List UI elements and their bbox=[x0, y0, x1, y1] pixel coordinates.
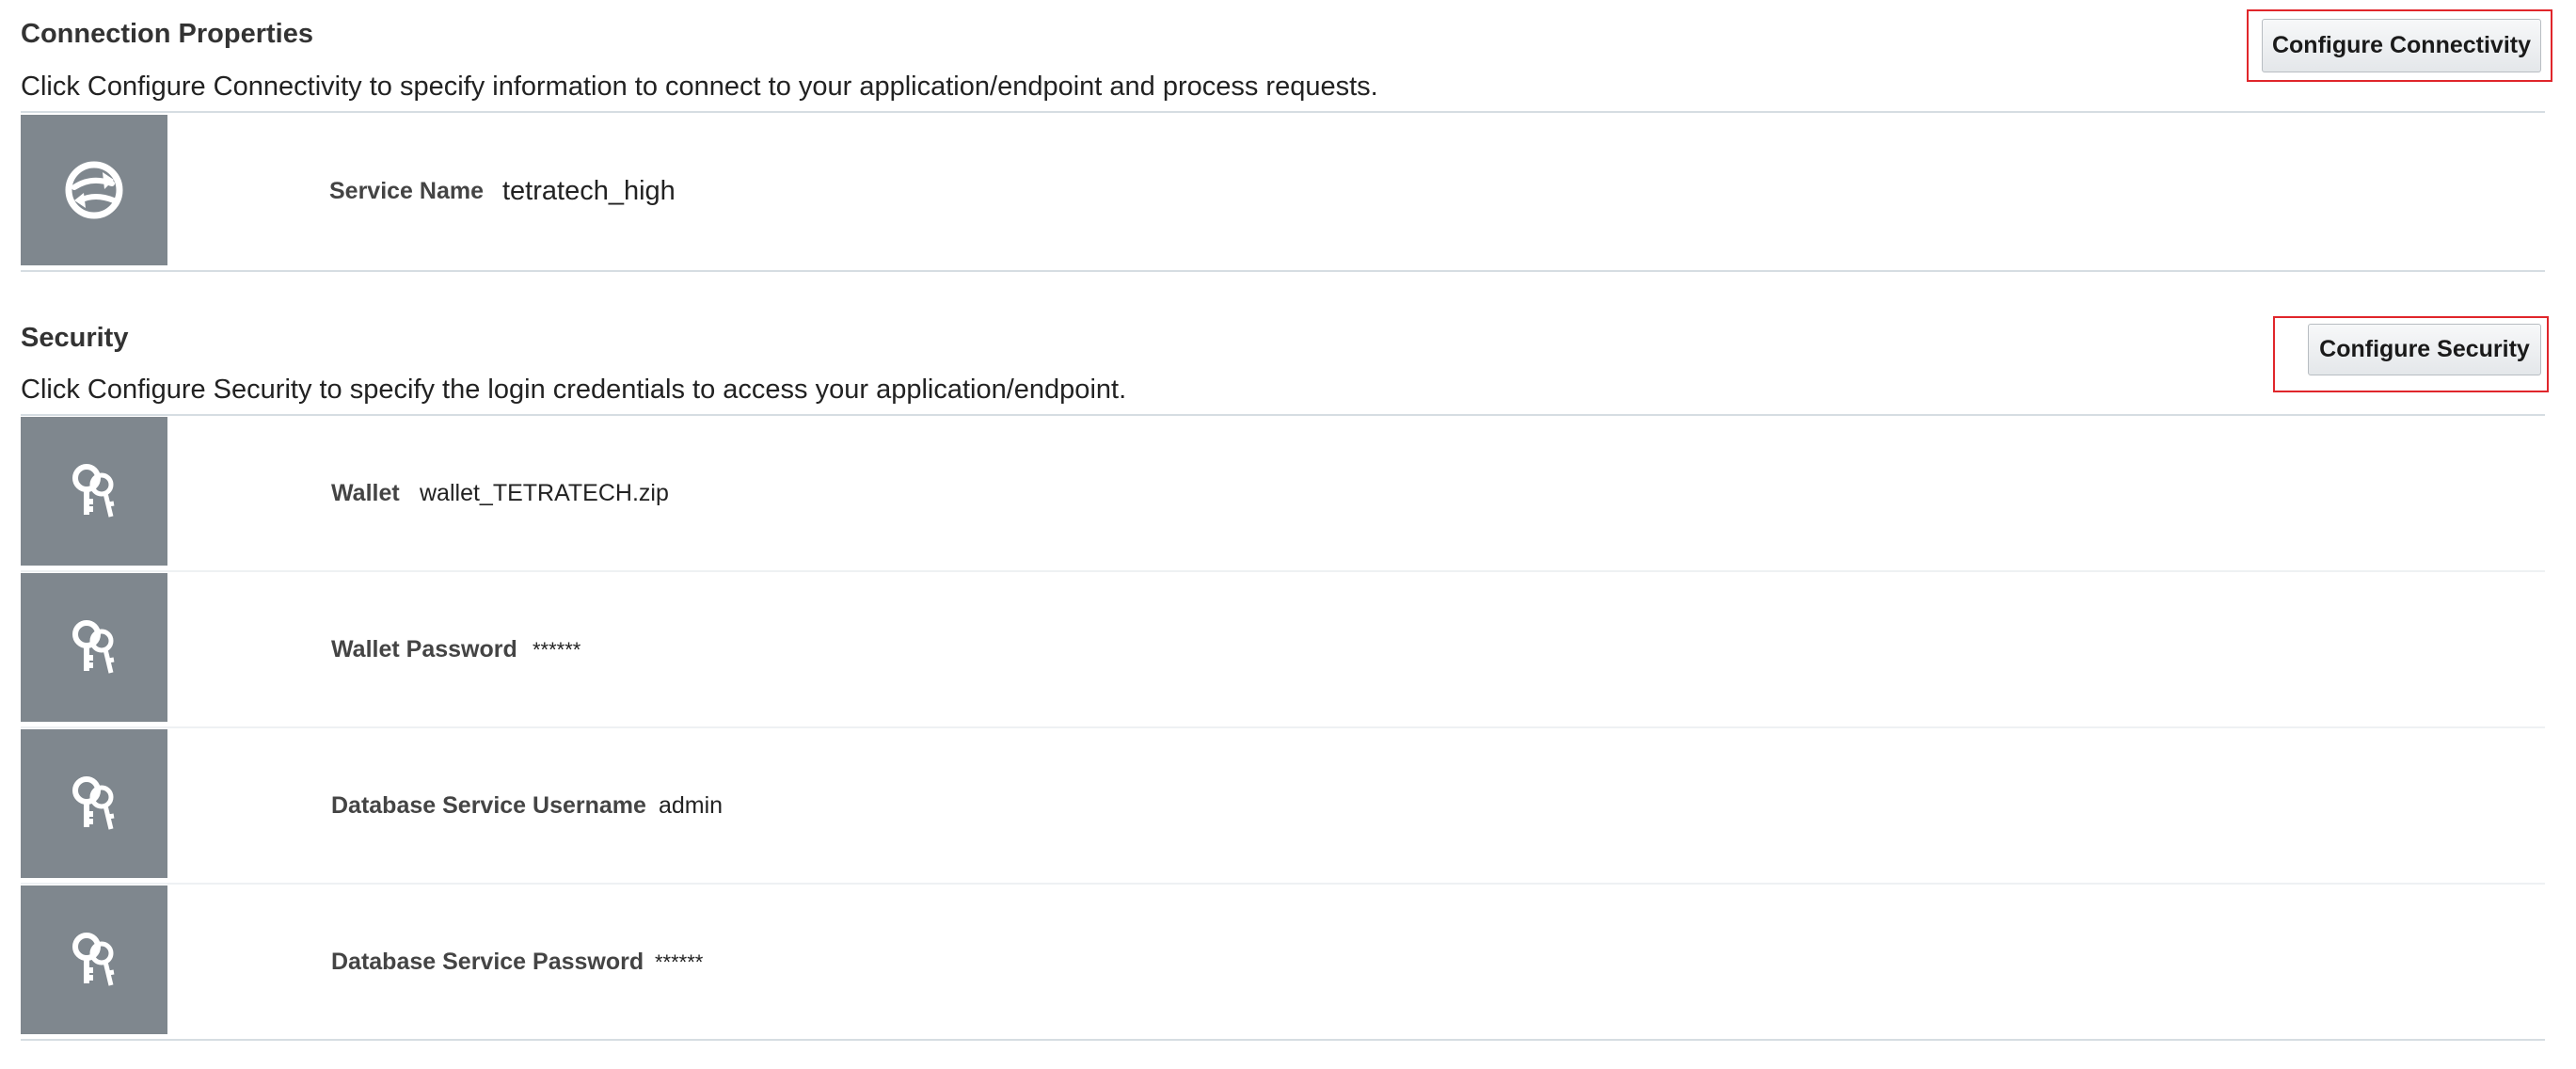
security-description: Click Configure Security to specify the … bbox=[21, 375, 1127, 405]
connectivity-icon bbox=[65, 161, 123, 219]
database-username-value: admin bbox=[659, 792, 724, 819]
row-divider bbox=[21, 726, 2545, 728]
wallet-password-label: Wallet Password bbox=[331, 636, 517, 662]
divider bbox=[21, 1039, 2545, 1041]
connection-properties-description: Click Configure Connectivity to specify … bbox=[21, 72, 1378, 102]
database-username-tile bbox=[21, 729, 167, 878]
row-divider bbox=[21, 883, 2545, 885]
configure-security-highlight: Configure Security bbox=[2273, 316, 2549, 392]
configure-connectivity-highlight: Configure Connectivity bbox=[2247, 9, 2552, 82]
integration-connection-page: Connection Properties Click Configure Co… bbox=[0, 0, 2576, 1069]
wallet-label: Wallet bbox=[331, 480, 400, 506]
database-password-label: Database Service Password bbox=[331, 949, 644, 975]
connectivity-tile bbox=[21, 115, 167, 265]
key-icon bbox=[72, 464, 115, 518]
wallet-value: wallet_TETRATECH.zip bbox=[420, 480, 669, 506]
divider bbox=[21, 414, 2545, 416]
wallet-password-value: ****** bbox=[533, 638, 581, 662]
database-password-tile bbox=[21, 886, 167, 1034]
divider bbox=[21, 111, 2545, 113]
key-icon bbox=[72, 620, 115, 674]
configure-security-button[interactable]: Configure Security bbox=[2308, 324, 2541, 375]
key-icon bbox=[72, 776, 115, 830]
database-username-label: Database Service Username bbox=[331, 792, 646, 819]
security-title: Security bbox=[21, 323, 129, 353]
connection-properties-title: Connection Properties bbox=[21, 19, 313, 49]
key-icon bbox=[72, 933, 115, 986]
service-name-value: tetratech_high bbox=[502, 176, 676, 206]
wallet-password-tile bbox=[21, 573, 167, 722]
service-name-label: Service Name bbox=[329, 178, 485, 204]
database-password-value: ****** bbox=[655, 950, 704, 974]
wallet-tile bbox=[21, 417, 167, 566]
configure-connectivity-button[interactable]: Configure Connectivity bbox=[2262, 19, 2541, 72]
row-divider bbox=[21, 570, 2545, 572]
divider bbox=[21, 270, 2545, 272]
